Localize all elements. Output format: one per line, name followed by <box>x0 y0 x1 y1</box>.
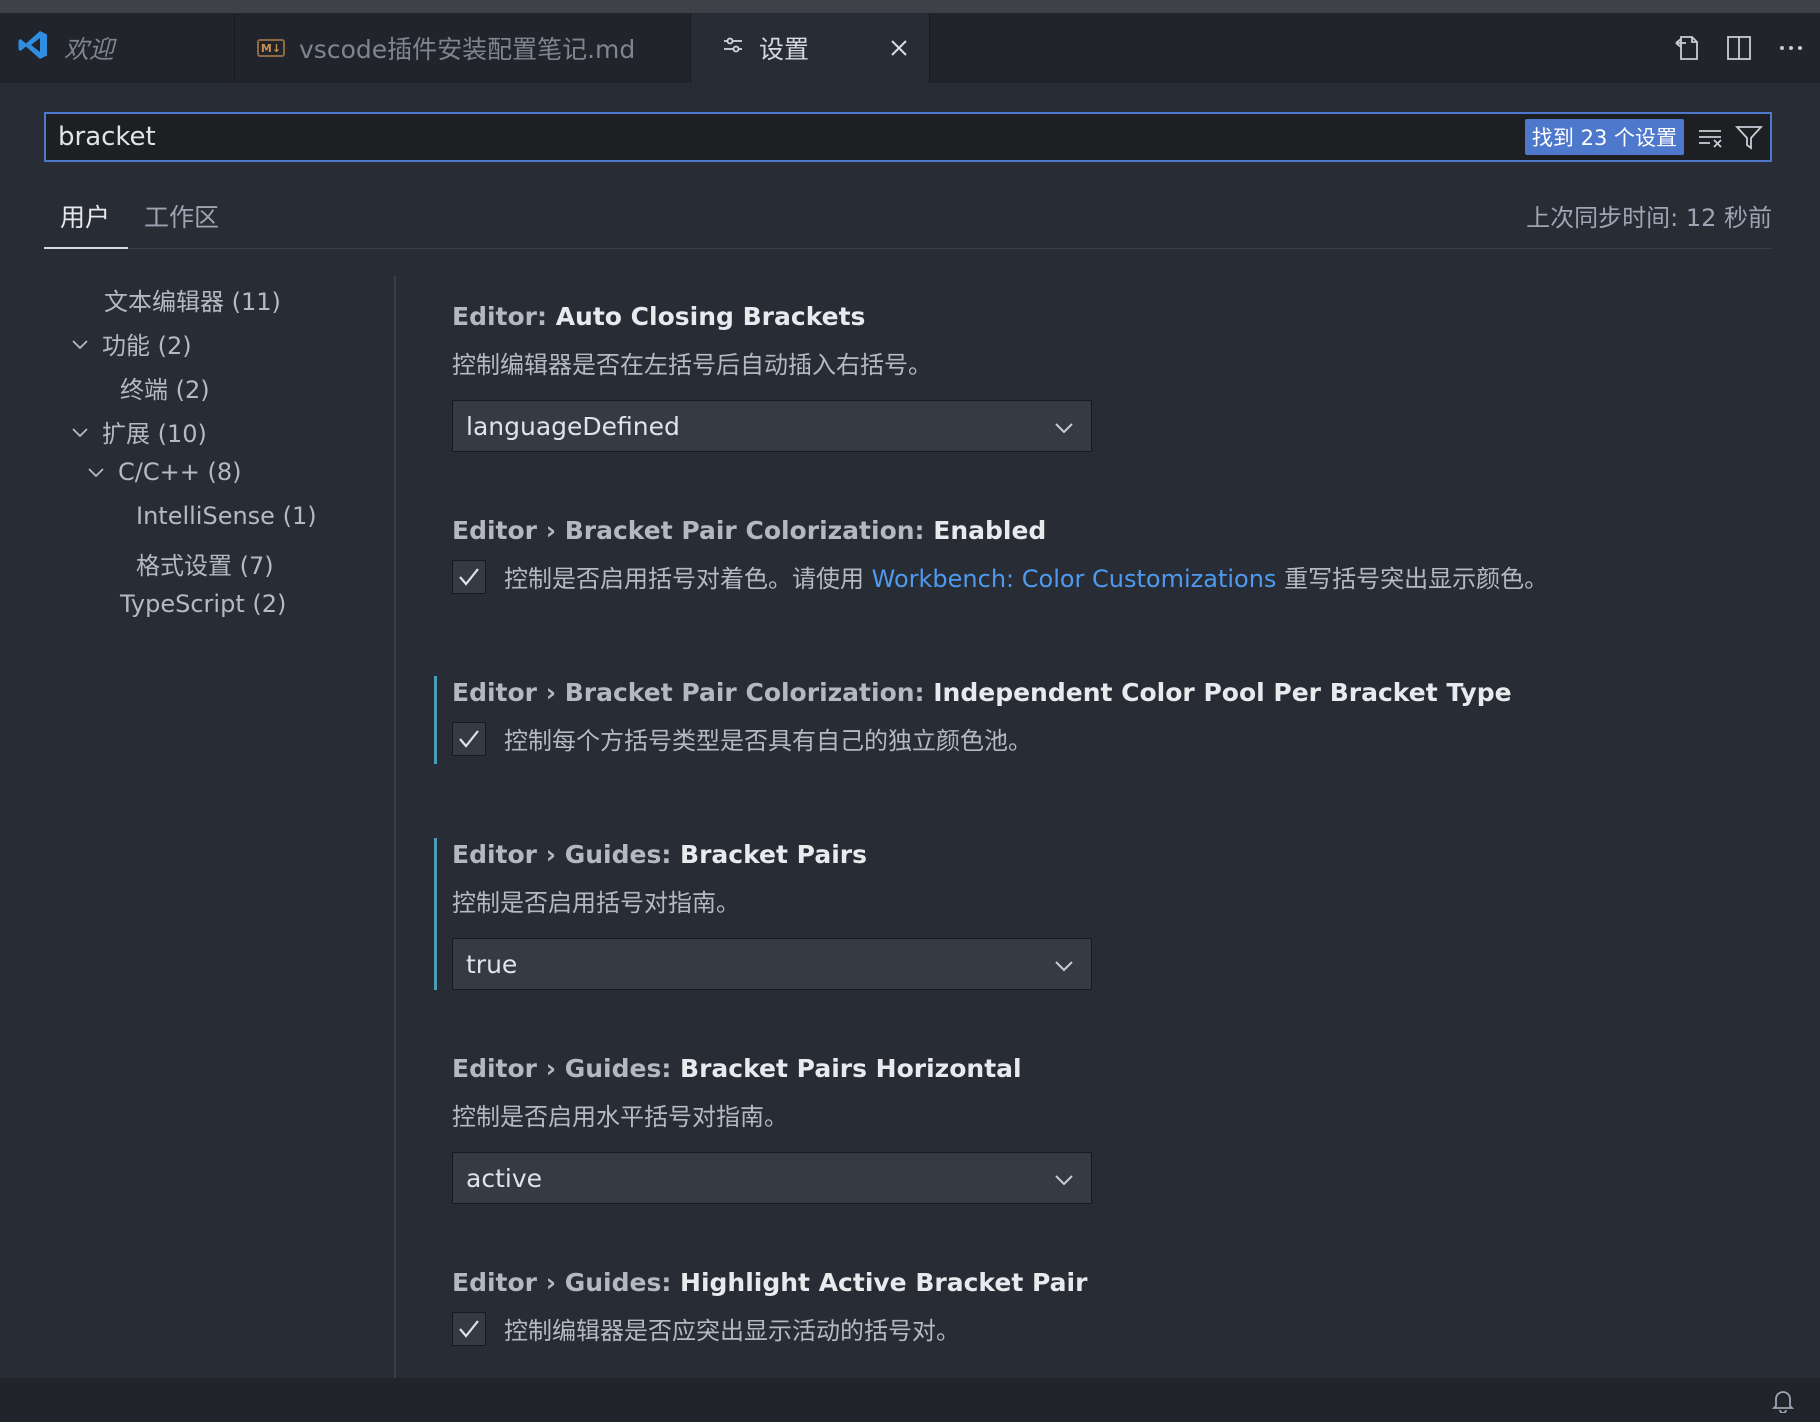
modified-indicator <box>434 676 437 764</box>
checkmark-icon <box>459 729 479 748</box>
tab-label: 欢迎 <box>64 35 115 64</box>
window-top-strip <box>0 0 1820 13</box>
toc-item-label: TypeScript (2) <box>120 590 287 618</box>
select-value: true <box>466 949 518 979</box>
search-result-count-badge: 找到 23 个设置 <box>1524 119 1684 155</box>
tab-user[interactable]: 用户 <box>60 198 110 234</box>
settings-search-box: 找到 23 个设置 <box>44 112 1772 162</box>
toc-item-label: IntelliSense (1) <box>136 502 317 530</box>
toc-item-label: 格式设置 (7) <box>136 552 274 580</box>
toc-item-label: 功能 (2) <box>102 332 192 360</box>
setting-independent-color-pool: Editor › Bracket Pair Colorization: Inde… <box>434 676 1752 764</box>
tab-workspace[interactable]: 工作区 <box>144 198 219 234</box>
setting-description: 控制编辑器是否在左括号后自动插入右括号。 <box>452 351 932 379</box>
setting-guides-bracket-pairs-horizontal: Editor › Guides: Bracket Pairs Horizonta… <box>452 1054 1752 1204</box>
toc-item-intellisense[interactable]: IntelliSense (1) <box>136 502 317 530</box>
tab-label: vscode插件安装配置笔记.md <box>299 35 636 64</box>
toc-item-text-editor[interactable]: 文本编辑器 (11) <box>104 282 281 317</box>
chevron-down-icon <box>86 462 106 482</box>
editor-tab-bar: 欢迎 M↓ vscode插件安装配置笔记.md 设置 <box>0 13 1820 83</box>
chevron-down-icon <box>70 334 90 354</box>
bracket-pairs-horizontal-select[interactable]: active <box>452 1152 1092 1204</box>
toc-item-extensions[interactable]: 扩展 (10) <box>70 414 207 449</box>
modified-indicator <box>434 838 437 990</box>
tab-settings[interactable]: 设置 <box>691 13 930 83</box>
highlight-active-bracket-checkbox[interactable] <box>452 1311 486 1346</box>
setting-bracket-pair-colorization-enabled: Editor › Bracket Pair Colorization: Enab… <box>452 516 1752 594</box>
setting-description: 控制每个方括号类型是否具有自己的独立颜色池。 <box>504 727 1032 755</box>
select-value: active <box>466 1163 542 1193</box>
setting-auto-closing-brackets: Editor: Auto Closing Brackets 控制编辑器是否在左括… <box>452 302 1752 452</box>
tab-label: 设置 <box>759 35 810 64</box>
chevron-down-icon <box>70 422 90 442</box>
settings-scope-tabs: 用户 工作区 上次同步时间: 12 秒前 <box>44 190 1772 249</box>
setting-title: Editor › Bracket Pair Colorization: Enab… <box>452 516 1047 545</box>
settings-search-input[interactable] <box>46 113 1525 161</box>
setting-description: 控制是否启用水平括号对指南。 <box>452 1103 788 1131</box>
setting-description: 控制是否启用括号对指南。 <box>452 889 740 917</box>
setting-title: Editor: Auto Closing Brackets <box>452 302 866 331</box>
setting-title: Editor › Bracket Pair Colorization: Inde… <box>452 678 1512 707</box>
toc-item-label: 终端 (2) <box>120 376 210 404</box>
color-customizations-link[interactable]: Workbench: Color Customizations <box>872 565 1277 593</box>
settings-toc: 文本编辑器 (11) 功能 (2) 终端 (2) 扩展 (10) C/C++ (… <box>44 276 396 1378</box>
setting-description: 控制编辑器是否应突出显示活动的括号对。 <box>504 1317 960 1345</box>
close-icon[interactable] <box>885 34 913 62</box>
filter-icon[interactable] <box>1732 120 1766 154</box>
sync-status: 上次同步时间: 12 秒前 <box>1526 204 1772 232</box>
toc-item-formatting[interactable]: 格式设置 (7) <box>136 546 274 581</box>
toc-item-label: 扩展 (10) <box>102 420 207 448</box>
toc-item-label: C/C++ (8) <box>118 458 242 486</box>
open-settings-json-icon[interactable] <box>1672 33 1702 63</box>
chevron-down-icon <box>1053 416 1075 438</box>
markdown-file-icon: M↓ <box>257 39 285 57</box>
setting-title: Editor › Guides: Bracket Pairs <box>452 840 867 869</box>
checkmark-icon <box>459 567 479 586</box>
chevron-down-icon <box>1053 954 1075 976</box>
split-editor-icon[interactable] <box>1724 33 1754 63</box>
select-value: languageDefined <box>466 411 680 441</box>
setting-title: Editor › Guides: Highlight Active Bracke… <box>452 1268 1088 1297</box>
vscode-logo-icon <box>16 28 50 68</box>
bracket-pairs-select[interactable]: true <box>452 938 1092 990</box>
chevron-down-icon <box>1053 1168 1075 1190</box>
auto-closing-brackets-select[interactable]: languageDefined <box>452 400 1092 452</box>
clear-search-icon[interactable] <box>1694 120 1728 154</box>
toc-item-typescript[interactable]: TypeScript (2) <box>120 590 286 618</box>
toc-item-terminal[interactable]: 终端 (2) <box>120 370 210 405</box>
setting-title: Editor › Guides: Bracket Pairs Horizonta… <box>452 1054 1022 1083</box>
notification-bell-icon[interactable] <box>1770 1387 1796 1414</box>
bracket-colorization-checkbox[interactable] <box>452 559 486 594</box>
more-actions-icon[interactable] <box>1776 33 1806 63</box>
setting-guides-bracket-pairs: Editor › Guides: Bracket Pairs 控制是否启用括号对… <box>434 838 1752 990</box>
tabbar-actions <box>1672 13 1806 83</box>
tab-welcome[interactable]: 欢迎 <box>0 13 235 83</box>
toc-item-label: 文本编辑器 (11) <box>104 288 281 316</box>
status-bar <box>0 1378 1820 1422</box>
active-tab-underline <box>44 247 128 249</box>
checkmark-icon <box>459 1319 479 1338</box>
setting-highlight-active-bracket-pair: Editor › Guides: Highlight Active Bracke… <box>452 1268 1752 1346</box>
independent-color-pool-checkbox[interactable] <box>452 721 486 756</box>
toc-item-cpp[interactable]: C/C++ (8) <box>86 458 241 486</box>
toc-item-features[interactable]: 功能 (2) <box>70 326 192 361</box>
tab-markdown-file[interactable]: M↓ vscode插件安装配置笔记.md <box>235 13 691 83</box>
setting-description: 控制是否启用括号对着色。请使用 Workbench: Color Customi… <box>504 565 1549 593</box>
settings-sliders-icon <box>721 33 745 63</box>
